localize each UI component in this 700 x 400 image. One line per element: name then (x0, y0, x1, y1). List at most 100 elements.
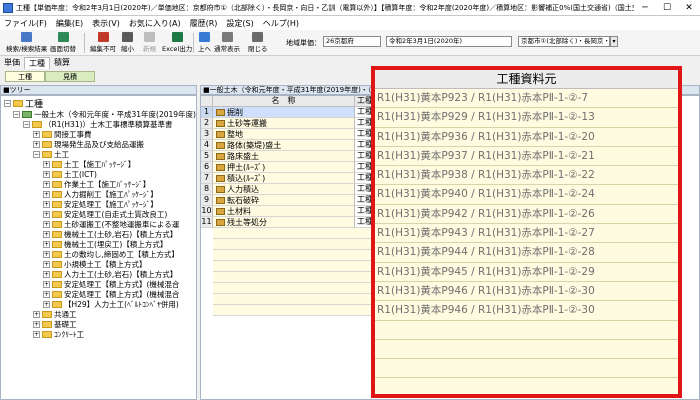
source-reference-row[interactable]: R1(H31)黄本P936 / R1(H31)赤本PⅡ-1-②-20 (375, 128, 678, 147)
subtab-quotation[interactable]: 見積 (45, 71, 95, 82)
tree-node[interactable]: + 安定処理工【施工ﾊﾟｯｹｰｼﾞ】 (43, 200, 158, 209)
tree-node[interactable]: + 現場発生品及び支給品運搬 (33, 140, 144, 149)
district-field[interactable]: 京都市①(北部除く)・長岡京・向日 (518, 36, 610, 47)
row-name: 路床盛土 (227, 151, 259, 161)
lock-icon (97, 32, 109, 42)
tree-node[interactable]: + 土工【施工ﾊﾟｯｹｰｼﾞ】 (43, 160, 135, 169)
close-window-button[interactable]: ✕ (678, 0, 700, 16)
tree-node[interactable]: − 土工 (33, 150, 69, 159)
tree-node[interactable]: + 人力掘削工【施工ﾊﾟｯｹｰｼﾞ】 (43, 190, 158, 199)
search-results-button[interactable]: 検索/検索結果 (6, 32, 47, 54)
tree-node[interactable]: + 機械土工(埋戻工)【積上方式】 (43, 240, 167, 249)
district-dropdown[interactable]: ▾ (610, 36, 618, 47)
row-number[interactable]: 9 (201, 195, 213, 206)
table-row[interactable]: 積込(ﾙｰｽﾞ) (213, 173, 355, 184)
table-row[interactable]: 押土(ﾙｰｽﾞ) (213, 162, 355, 173)
source-reference-row[interactable]: R1(H31)黄本P945 / R1(H31)赤本PⅡ-1-②-29 (375, 263, 678, 282)
close-button[interactable]: 閉じる (248, 32, 268, 54)
row-number[interactable]: 11 (201, 217, 213, 228)
source-reference-row[interactable]: R1(H31)黄本P923 / R1(H31)赤本PⅡ-1-②-7 (375, 89, 678, 109)
menu-edit[interactable]: 編集(E) (56, 18, 83, 29)
table-row[interactable]: 土砂等運搬 (213, 118, 355, 129)
row-number[interactable]: 3 (201, 129, 213, 140)
new-button[interactable]: 新規 (143, 32, 156, 54)
tree-node[interactable]: + 間接工事費 (33, 130, 92, 139)
tree-node[interactable]: + ｺﾝｸﾘｰﾄ工 (33, 330, 84, 339)
tree-node[interactable]: + 土工(ICT) (43, 170, 97, 179)
menu-favorites[interactable]: お気に入り(A) (129, 18, 181, 29)
source-reference-row[interactable]: R1(H31)黄本P943 / R1(H31)赤本PⅡ-1-②-27 (375, 224, 678, 244)
tree-node[interactable]: + 基礎工 (33, 320, 77, 329)
region-field[interactable]: 26京都府 (323, 36, 381, 47)
row-number[interactable]: 10 (201, 206, 213, 217)
work-item-icon (216, 141, 225, 149)
tab-work-type[interactable]: 工種 (24, 57, 50, 69)
menu-file[interactable]: ファイル(F) (4, 18, 47, 29)
source-reference-row[interactable]: R1(H31)黄本P946 / R1(H31)赤本PⅡ-1-②-30 (375, 282, 678, 302)
work-item-icon (216, 130, 225, 138)
work-item-icon (216, 119, 225, 127)
row-number[interactable]: 6 (201, 162, 213, 173)
row-number[interactable]: 5 (201, 151, 213, 162)
tree-node[interactable]: + 人力土工(土砂,岩石)【積上方式】 (43, 270, 177, 279)
tab-price[interactable]: 単価 (0, 57, 24, 69)
table-row[interactable]: 人力積込 (213, 184, 355, 195)
tree-node[interactable]: − 一般土木（令和元年度・平成31年度(2019年度) (13, 110, 196, 119)
tree-header: ■ツリー (0, 85, 197, 95)
date-field[interactable]: 令和2年3月1日(2020年) (386, 36, 512, 47)
row-number[interactable]: 8 (201, 184, 213, 195)
menu-view[interactable]: 表示(V) (92, 18, 120, 29)
source-reference-row[interactable]: R1(H31)黄本P940 / R1(H31)赤本PⅡ-1-②-24 (375, 185, 678, 205)
row-number[interactable]: 1 (201, 107, 213, 118)
tree-node[interactable]: + 安定処理工(自走式土質改良工) (43, 210, 167, 219)
excel-export-button[interactable]: Excel出力 (162, 32, 192, 54)
empty-row (213, 272, 375, 283)
minimize-button[interactable]: ─ (634, 0, 656, 16)
tree-node[interactable]: + 土の敷均し,締固め工【積上方式】 (43, 250, 179, 259)
source-reference-row[interactable]: R1(H31)黄本P937 / R1(H31)赤本PⅡ-1-②-21 (375, 147, 678, 167)
menu-help[interactable]: ヘルプ(H) (263, 18, 299, 29)
row-number[interactable]: 4 (201, 140, 213, 151)
table-row[interactable]: 残土等処分 (213, 217, 355, 228)
tree-node[interactable]: + 小規模土工【積上方式】 (43, 260, 147, 269)
table-row[interactable]: 掘削 (213, 107, 355, 118)
shrink-button[interactable]: 縮小 (121, 32, 134, 54)
menu-history[interactable]: 履歴(R) (190, 18, 218, 29)
maximize-button[interactable]: ☐ (656, 0, 678, 16)
arrow-up-icon (199, 32, 210, 42)
corner-cell (201, 96, 213, 107)
screen-switch-button[interactable]: 画面切替 (50, 32, 76, 54)
normal-view-button[interactable]: 通常表示 (214, 32, 240, 54)
tree-node[interactable]: − （R1(H31)）土木工事標準積算基準書 (23, 120, 173, 129)
tree-node[interactable]: + 機械土工(土砂,岩石)【積上方式】 (43, 230, 177, 239)
tree-node[interactable]: + 土砂運搬工(不整地運搬車による運 (43, 220, 179, 229)
row-number[interactable]: 7 (201, 173, 213, 184)
source-reference-row[interactable]: R1(H31)黄本P929 / R1(H31)赤本PⅡ-1-②-13 (375, 108, 678, 128)
table-row[interactable]: 整地 (213, 129, 355, 140)
up-button[interactable]: 上へ (198, 32, 211, 54)
table-row[interactable]: 転石破砕 (213, 195, 355, 206)
column-header-name[interactable]: 名 称 (213, 96, 355, 107)
row-name: 残土等処分 (227, 217, 267, 227)
work-item-icon (216, 108, 225, 116)
table-row[interactable]: 路床盛土 (213, 151, 355, 162)
source-reference-row[interactable]: R1(H31)黄本P942 / R1(H31)赤本PⅡ-1-②-26 (375, 205, 678, 225)
tree-node[interactable]: + 安定処理工【積上方式】(機械混合 (43, 280, 179, 289)
table-row[interactable]: 路体(築堤)盛土 (213, 140, 355, 151)
row-number[interactable]: 2 (201, 118, 213, 129)
menu-settings[interactable]: 設定(S) (226, 18, 253, 29)
subtab-work-type[interactable]: 工種 (5, 71, 45, 82)
tree-node[interactable]: + 共通工 (33, 310, 77, 319)
source-reference-row[interactable]: R1(H31)黄本P944 / R1(H31)赤本PⅡ-1-②-28 (375, 243, 678, 263)
sub-tabs: 工種 見積 (0, 71, 95, 82)
source-column-header: 工種資料元 (375, 70, 678, 89)
source-reference-row[interactable]: R1(H31)黄本P938 / R1(H31)赤本PⅡ-1-②-22 (375, 166, 678, 186)
tree-node[interactable]: − 工種 (4, 98, 43, 110)
tree-node[interactable]: + 安定処理工【積上方式】(機械混合 (43, 290, 179, 299)
source-reference-row[interactable]: R1(H31)黄本P946 / R1(H31)赤本PⅡ-1-②-30 (375, 301, 678, 321)
tab-estimate[interactable]: 積算 (50, 57, 74, 69)
table-row[interactable]: 土材料 (213, 206, 355, 217)
tree-node[interactable]: + 【H29】人力土工(ﾍﾞﾙﾄｺﾝﾍﾞﾔ併用) (43, 300, 179, 309)
no-edit-button[interactable]: 編集不可 (90, 32, 116, 54)
tree-node[interactable]: + 作業土工【施工ﾊﾟｯｹｰｼﾞ】 (43, 180, 150, 189)
